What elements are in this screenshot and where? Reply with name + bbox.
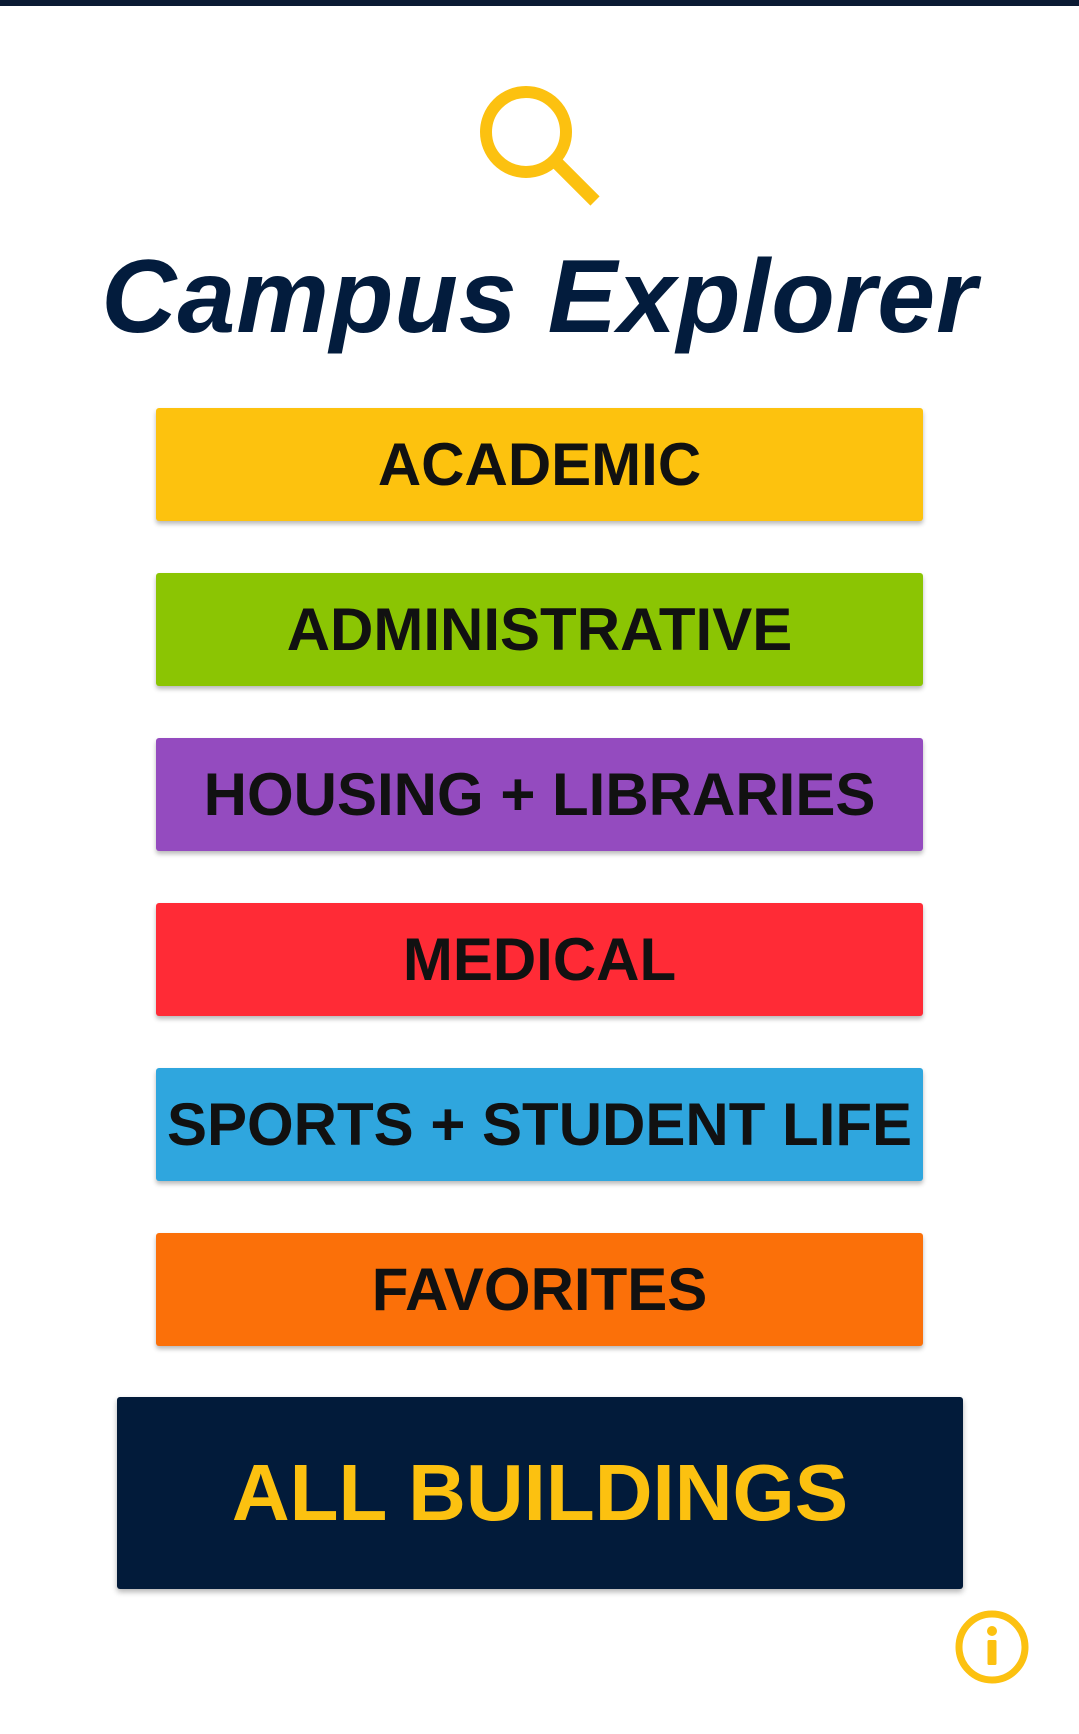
academic-button[interactable]: ACADEMIC xyxy=(156,408,923,521)
academic-button-label: ACADEMIC xyxy=(377,431,702,498)
sports-student-life-button[interactable]: SPORTS + STUDENT LIFE xyxy=(156,1068,923,1181)
medical-button-label: MEDICAL xyxy=(402,926,677,993)
sports-student-life-button-label: SPORTS + STUDENT LIFE xyxy=(166,1091,913,1158)
administrative-button-label: ADMINISTRATIVE xyxy=(286,596,793,663)
home-screen: Campus Explorer ACADEMIC ADMINISTRATIVE … xyxy=(0,0,1079,1734)
housing-libraries-button-label: HOUSING + LIBRARIES xyxy=(203,761,876,828)
app-title: Campus Explorer xyxy=(101,239,978,355)
medical-button[interactable]: MEDICAL xyxy=(156,903,923,1016)
favorites-button-label: FAVORITES xyxy=(371,1256,708,1323)
search-icon xyxy=(480,86,600,206)
administrative-button[interactable]: ADMINISTRATIVE xyxy=(156,573,923,686)
status-bar xyxy=(0,0,1079,6)
housing-libraries-button[interactable]: HOUSING + LIBRARIES xyxy=(156,738,923,851)
all-buildings-button-label: ALL BUILDINGS xyxy=(231,1448,849,1537)
all-buildings-button[interactable]: ALL BUILDINGS xyxy=(117,1397,963,1589)
favorites-button[interactable]: FAVORITES xyxy=(156,1233,923,1346)
info-icon[interactable] xyxy=(953,1608,1031,1686)
